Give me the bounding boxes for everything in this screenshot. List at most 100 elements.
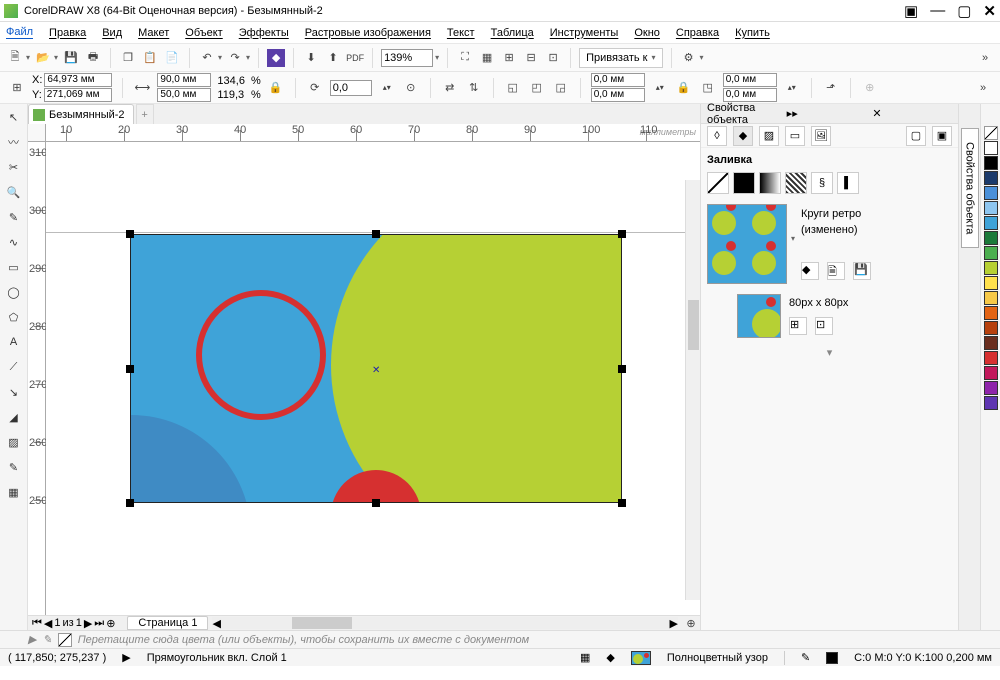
menu-help[interactable]: Справка <box>676 27 719 39</box>
height-input[interactable]: 50,0 мм <box>157 88 211 102</box>
resize-handle-br[interactable] <box>618 499 626 507</box>
ruler-origin[interactable] <box>28 124 46 142</box>
eyedropper-icon[interactable]: ✎ <box>3 456 25 478</box>
pick-tool-icon[interactable]: ↖ <box>3 106 25 128</box>
resize-handle-bl[interactable] <box>126 499 134 507</box>
maximize-button[interactable]: ▢ <box>957 2 971 20</box>
corner-scallop-icon[interactable]: ◰ <box>528 79 546 97</box>
account-icon[interactable]: ▣ <box>904 2 918 20</box>
corner-round-icon[interactable]: ◱ <box>504 79 522 97</box>
outline-tab-icon[interactable]: ◊ <box>707 126 727 146</box>
add-document-tab[interactable]: + <box>136 104 154 124</box>
menu-effects[interactable]: Эффекты <box>239 27 289 39</box>
rotation-input[interactable]: 0,0 <box>330 80 372 96</box>
h-scroll-right[interactable]: ▶ <box>670 617 678 630</box>
fill-pattern-icon[interactable] <box>785 172 807 194</box>
ellipse-tool-icon[interactable]: ◯ <box>3 281 25 303</box>
docker-close-icon[interactable]: ✕ <box>872 107 952 120</box>
ruler-horizontal[interactable]: миллиметры 102030405060708090100110 <box>46 124 700 142</box>
zoom-level-input[interactable]: 139% <box>381 49 433 67</box>
relative-corner-icon[interactable]: ⬏ <box>822 79 840 97</box>
artistic-media-icon[interactable]: ∿ <box>3 231 25 253</box>
plus-icon[interactable]: ⊕ <box>861 79 879 97</box>
drop-shadow-icon[interactable]: ◢ <box>3 406 25 428</box>
color-swatch[interactable] <box>984 306 998 320</box>
expand-section-icon[interactable]: ▾ <box>707 346 952 359</box>
page-add-button[interactable]: ⊕ <box>106 617 115 630</box>
resize-handle-bm[interactable] <box>372 499 380 507</box>
color-swatch[interactable] <box>984 231 998 245</box>
fill-postscript-icon[interactable]: ▌ <box>837 172 859 194</box>
status-color-model-icon[interactable]: ▦ <box>580 651 590 664</box>
rectangle-tool-icon[interactable]: ▭ <box>3 256 25 278</box>
menu-file[interactable]: Файл <box>6 26 33 39</box>
paste-icon[interactable]: 📋 <box>141 49 159 67</box>
fill-gradient-icon[interactable] <box>759 172 781 194</box>
color-swatch[interactable] <box>984 276 998 290</box>
color-swatch[interactable] <box>984 351 998 365</box>
color-swatch[interactable] <box>984 186 998 200</box>
no-fill-swatch[interactable] <box>984 126 998 140</box>
v-scroll-thumb[interactable] <box>688 300 699 350</box>
undo-icon[interactable]: ↶ <box>198 49 216 67</box>
shape-tool-icon[interactable]: 〰 <box>3 131 25 153</box>
page-first-button[interactable]: ⏮ <box>32 617 42 630</box>
rot-center-icon[interactable]: ⊙ <box>402 79 420 97</box>
corner-chamfer-icon[interactable]: ◲ <box>552 79 570 97</box>
color-swatch[interactable] <box>984 201 998 215</box>
corner-br-input[interactable]: 0,0 мм <box>723 88 777 102</box>
show-guides-icon[interactable]: ⊟ <box>522 49 540 67</box>
status-next-icon[interactable]: ▶ <box>122 651 130 664</box>
polygon-tool-icon[interactable]: ⬠ <box>3 306 25 328</box>
canvas[interactable]: ✕ <box>46 142 700 615</box>
color-swatch[interactable] <box>984 396 998 410</box>
toolbar-overflow-icon[interactable]: » <box>976 49 994 67</box>
lock-ratio-icon[interactable]: 🔒 <box>267 79 285 97</box>
resize-handle-mr[interactable] <box>618 365 626 373</box>
color-swatch[interactable] <box>984 216 998 230</box>
menu-bitmap[interactable]: Растровые изображения <box>305 27 431 39</box>
pattern-save-icon[interactable]: 💾 <box>853 262 871 280</box>
propbar-overflow-icon[interactable]: » <box>974 79 992 97</box>
h-scroll-thumb[interactable] <box>292 617 352 629</box>
transparency-tab-icon[interactable]: ▨ <box>759 126 779 146</box>
corner-bl-input[interactable]: 0,0 мм <box>591 88 645 102</box>
color-swatch[interactable] <box>984 246 998 260</box>
y-position-input[interactable]: 271,069 мм <box>44 88 112 102</box>
spinner-icon[interactable]: ▴▾ <box>378 79 396 97</box>
frame-tab-icon[interactable]: ▭ <box>785 126 805 146</box>
resize-handle-ml[interactable] <box>126 365 134 373</box>
fill-texture-icon[interactable]: § <box>811 172 833 194</box>
document-tab[interactable]: Безымянный-2 <box>28 104 134 124</box>
x-position-input[interactable]: 64,973 мм <box>44 73 112 87</box>
status-fill-swatch[interactable] <box>631 651 651 665</box>
tile-mirror-icon[interactable]: ⊞ <box>789 317 807 335</box>
color-swatch[interactable] <box>984 336 998 350</box>
palette-eyedropper-icon[interactable]: ✎ <box>42 633 51 646</box>
open-icon[interactable]: 📂 <box>34 49 52 67</box>
search-content-icon[interactable]: ◆ <box>267 49 285 67</box>
pdf-icon[interactable]: PDF <box>346 49 364 67</box>
color-swatch[interactable] <box>984 381 998 395</box>
page-prev-button[interactable]: ◀ <box>44 617 52 630</box>
color-swatch[interactable] <box>984 261 998 275</box>
export-icon[interactable]: ⬆ <box>324 49 342 67</box>
fill-none-icon[interactable] <box>707 172 729 194</box>
snap-to-button[interactable]: Привязать к ▾ <box>579 48 662 68</box>
menu-buy[interactable]: Купить <box>735 27 770 39</box>
text-tool-icon[interactable]: A <box>3 331 25 353</box>
color-swatch[interactable] <box>984 321 998 335</box>
menu-text[interactable]: Текст <box>447 27 475 39</box>
resize-handle-tl[interactable] <box>126 230 134 238</box>
doc-palette-nofill[interactable] <box>58 633 72 647</box>
pattern-new-icon[interactable]: 🗎 <box>827 262 845 280</box>
page-tab[interactable]: Страница 1 <box>127 616 208 630</box>
menu-window[interactable]: Окно <box>634 27 660 39</box>
pattern-preview[interactable] <box>707 204 787 284</box>
show-grid-icon[interactable]: ⊞ <box>500 49 518 67</box>
docker-opt1-icon[interactable]: ▢ <box>906 126 926 146</box>
color-swatch[interactable] <box>984 366 998 380</box>
connector-icon[interactable]: ↘ <box>3 381 25 403</box>
docker-side-tab[interactable]: Свойства объекта <box>961 128 979 248</box>
mirror-h-icon[interactable]: ⇄ <box>441 79 459 97</box>
